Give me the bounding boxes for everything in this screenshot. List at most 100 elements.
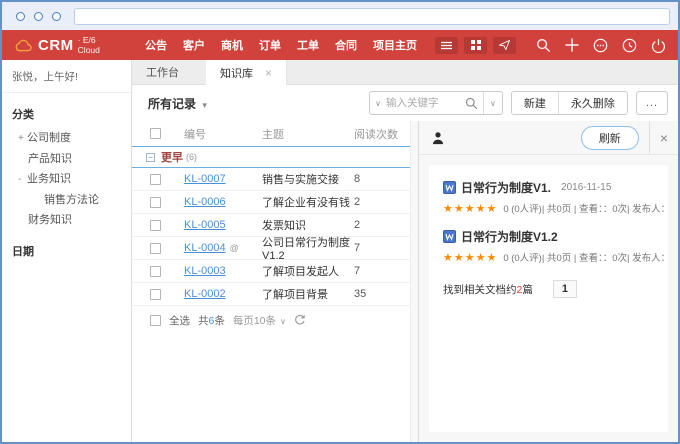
record-link[interactable]: KL-0002 (184, 288, 226, 300)
scrollbar-track[interactable] (410, 121, 418, 442)
records-table: 编号 主题 阅读次数 − 更早 (6) KL-0007 销售与实施交接 8 (132, 121, 410, 442)
tree-label: 销售方法论 (44, 194, 99, 206)
tree-label: 财务知识 (28, 214, 72, 226)
table-row: KL-0003 了解项目发起人 7 (132, 260, 410, 283)
refresh-button[interactable]: 刷新 (581, 126, 639, 150)
nav-item-orders[interactable]: 订单 (259, 37, 281, 53)
table-row: KL-0004@ 公司日常行为制度V1.2 7 (132, 237, 410, 260)
star-rating: ★★★★★ (443, 202, 497, 215)
row-checkbox[interactable] (150, 197, 161, 208)
grid-icon (471, 40, 481, 50)
sidebar-item-business-knowledge[interactable]: -业务知识 (2, 169, 131, 190)
doc-title[interactable]: 日常行为制度V1. (461, 179, 551, 196)
record-link[interactable]: KL-0005 (184, 219, 226, 231)
records-filter-dropdown[interactable]: 所有记录 ▾ (148, 95, 207, 112)
list-toolbar: 所有记录 ▾ ∨ ∨ 新建 永久删除 (132, 85, 678, 121)
tab-workbench[interactable]: 工作台 (132, 60, 206, 84)
search-icon[interactable] (536, 38, 551, 53)
sidebar: 张悦，上午好! 分类 +公司制度 产品知识 -业务知识 销售方法论 财务知识 日… (2, 60, 132, 442)
row-checkbox[interactable] (150, 266, 161, 277)
new-button[interactable]: 新建 (512, 92, 558, 114)
pagination-page-1[interactable]: 1 (553, 280, 577, 298)
tab-knowledge-base[interactable]: 知识库 × (206, 60, 287, 85)
result-summary-text: 找到相关文档约2篇 (443, 282, 533, 297)
record-link[interactable]: KL-0004 (184, 242, 226, 254)
nav-item-customers[interactable]: 客户 (183, 37, 205, 53)
record-link[interactable]: KL-0003 (184, 265, 226, 277)
sidebar-item-finance-knowledge[interactable]: 财务知识 (2, 210, 131, 230)
main-nav: 公告 客户 商机 订单 工单 合同 项目主页 (137, 37, 425, 53)
group-collapse-icon[interactable]: − (146, 153, 155, 162)
table-header-row: 编号 主题 阅读次数 (132, 121, 410, 147)
table-row: KL-0007 销售与实施交接 8 (132, 168, 410, 191)
window-control-dot[interactable] (34, 12, 43, 21)
row-checkbox[interactable] (150, 243, 161, 254)
tab-label: 工作台 (146, 64, 179, 80)
list-menu-button[interactable] (435, 37, 458, 54)
row-checkbox[interactable] (150, 174, 161, 185)
window-control-dot[interactable] (52, 12, 61, 21)
row-checkbox[interactable] (150, 289, 161, 300)
record-subject: 了解企业有没有钱 (262, 194, 354, 210)
power-icon[interactable] (651, 38, 666, 53)
doc-date: 2016-11-15 (561, 182, 611, 193)
close-icon[interactable]: × (649, 121, 678, 154)
nav-item-project-home[interactable]: 项目主页 (373, 37, 417, 53)
doc-title[interactable]: 日常行为制度V1.2 (461, 228, 558, 245)
date-section-header: 日期 (2, 230, 131, 265)
window-control-dot[interactable] (16, 12, 25, 21)
row-checkbox[interactable] (150, 220, 161, 231)
search-input[interactable] (386, 97, 460, 109)
column-header-subject[interactable]: 主题 (262, 126, 354, 142)
record-reads: 8 (354, 173, 410, 185)
refresh-icon[interactable] (294, 314, 306, 326)
column-header-reads[interactable]: 阅读次数 (354, 126, 410, 142)
filter-label: 所有记录 (148, 97, 196, 111)
cloud-icon (14, 39, 33, 52)
paper-plane-icon (499, 40, 510, 50)
doc-result-item[interactable]: 日常行为制度V1.2 ★★★★★ 0 (0人评)| 共0页 | 查看：：0次| … (443, 228, 654, 264)
record-subject: 了解项目背景 (262, 286, 354, 302)
brand-name: CRM (38, 37, 74, 54)
select-all-checkbox[interactable] (150, 128, 161, 139)
select-all-label[interactable]: 全选 (169, 313, 190, 328)
nav-item-opportunities[interactable]: 商机 (221, 37, 243, 53)
permanent-delete-button[interactable]: 永久删除 (558, 92, 627, 114)
column-header-id[interactable]: 编号 (184, 126, 262, 142)
nav-item-contracts[interactable]: 合同 (335, 37, 357, 53)
send-button[interactable] (493, 37, 516, 54)
tab-close-icon[interactable]: × (265, 66, 272, 80)
expand-icon[interactable]: + (18, 132, 27, 146)
brand-suffix: · E/6 Cloud (78, 35, 119, 55)
table-footer: 全选 共6条 每页10条∨ (132, 306, 410, 334)
category-section-header: 分类 (2, 93, 131, 128)
browser-chrome (2, 2, 678, 30)
sidebar-item-product-knowledge[interactable]: 产品知识 (2, 149, 131, 169)
record-subject: 公司日常行为制度V1.2 (262, 234, 354, 262)
clock-icon[interactable] (622, 38, 637, 53)
group-count: (6) (186, 152, 197, 162)
nav-item-announcements[interactable]: 公告 (145, 37, 167, 53)
header-right-icons (522, 38, 678, 53)
chevron-down-icon: ∨ (280, 317, 286, 326)
search-icon[interactable] (460, 97, 483, 110)
nav-item-tickets[interactable]: 工单 (297, 37, 319, 53)
sidebar-item-company-policies[interactable]: +公司制度 (2, 128, 131, 149)
tab-bar: 工作台 知识库 × (132, 60, 678, 85)
doc-result-item[interactable]: 日常行为制度V1. 2016-11-15 ★★★★★ 0 (0人评)| 共0页 … (443, 179, 654, 215)
plus-icon[interactable] (565, 38, 579, 52)
app-logo: CRM · E/6 Cloud (14, 35, 119, 55)
collapse-icon[interactable]: - (18, 173, 27, 187)
per-page-select[interactable]: 每页10条∨ (233, 313, 286, 328)
record-link[interactable]: KL-0006 (184, 196, 226, 208)
select-all-checkbox[interactable] (150, 315, 161, 326)
record-link[interactable]: KL-0007 (184, 173, 226, 185)
chevron-down-icon[interactable]: ∨ (483, 92, 502, 114)
chevron-down-icon[interactable]: ∨ (370, 99, 386, 108)
sidebar-item-sales-methodology[interactable]: 销售方法论 (2, 190, 131, 210)
more-actions-button[interactable]: ... (636, 91, 668, 115)
more-circle-icon[interactable] (593, 38, 608, 53)
apps-grid-button[interactable] (464, 37, 487, 54)
chevron-down-icon: ▾ (202, 100, 207, 110)
url-bar[interactable] (74, 8, 670, 25)
